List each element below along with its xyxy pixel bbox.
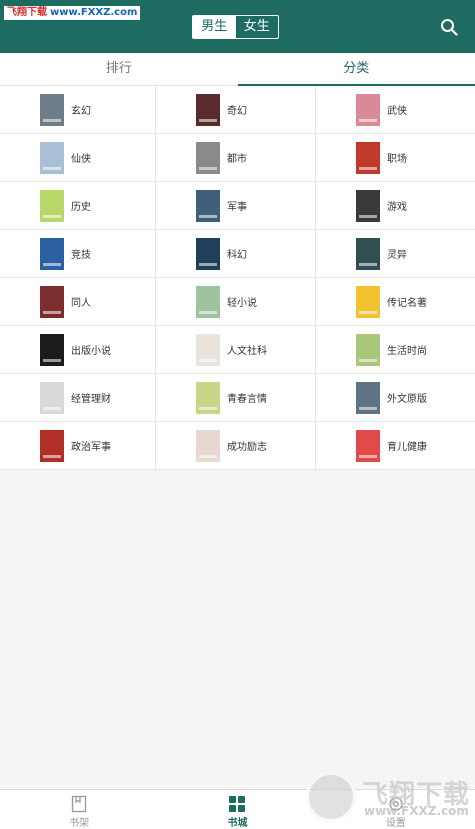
tab-ranking[interactable]: 排行 [0, 53, 238, 85]
book-cover-thumbnail [356, 381, 380, 414]
category-item[interactable]: 玄幻 [0, 86, 156, 134]
category-item[interactable]: 竞技 [0, 230, 156, 278]
content-tabs: 排行 分类 [0, 53, 475, 86]
nav-bookshelf[interactable]: 书架 [0, 790, 158, 829]
app-header: 飞翔下载 www.FXXZ.com 男生 女生 [0, 0, 475, 53]
category-label: 同人 [71, 298, 91, 309]
book-cover-thumbnail [196, 429, 220, 462]
gender-tab-male[interactable]: 男生 [193, 16, 236, 38]
category-item[interactable]: 游戏 [316, 182, 475, 230]
book-icon [72, 795, 87, 813]
category-label: 外文原版 [387, 394, 427, 405]
search-icon[interactable] [440, 18, 458, 36]
category-item[interactable]: 仙侠 [0, 134, 156, 182]
book-cover-thumbnail [356, 189, 380, 222]
gender-toggle: 男生 女生 [192, 15, 279, 39]
book-cover-thumbnail [40, 237, 64, 270]
category-item[interactable]: 出版小说 [0, 326, 156, 374]
book-cover-thumbnail [196, 237, 220, 270]
book-cover-thumbnail [196, 93, 220, 126]
watermark-bottom-url: www.FXXZ.com [364, 804, 469, 818]
grid-icon [229, 796, 246, 812]
category-grid: 玄幻 奇幻 武侠仙侠 都市 职场历史 军事 游戏竞技 科幻 灵异同人 轻小说 传记名著出版小说 人文社… [0, 86, 475, 470]
category-item[interactable]: 生活时尚 [316, 326, 475, 374]
category-label: 青春言情 [227, 394, 267, 405]
category-item[interactable]: 青春言情 [156, 374, 316, 422]
tab-category[interactable]: 分类 [237, 53, 475, 86]
category-item[interactable]: 军事 [156, 182, 316, 230]
book-cover-thumbnail [356, 285, 380, 318]
category-item[interactable]: 武侠 [316, 86, 475, 134]
book-cover-thumbnail [40, 141, 64, 174]
category-item[interactable]: 政治军事 [0, 422, 156, 470]
category-label: 奇幻 [227, 106, 247, 117]
category-item[interactable]: 育儿健康 [316, 422, 475, 470]
gender-tab-female[interactable]: 女生 [236, 16, 279, 38]
watermark-top: 飞翔下载 www.FXXZ.com [4, 6, 141, 20]
category-label: 生活时尚 [387, 346, 427, 357]
book-cover-thumbnail [40, 333, 64, 366]
category-item[interactable]: 奇幻 [156, 86, 316, 134]
category-item[interactable]: 传记名著 [316, 278, 475, 326]
category-item[interactable]: 职场 [316, 134, 475, 182]
category-item[interactable]: 外文原版 [316, 374, 475, 422]
category-item[interactable]: 同人 [0, 278, 156, 326]
book-cover-thumbnail [40, 429, 64, 462]
category-label: 灵异 [387, 250, 407, 261]
book-cover-thumbnail [356, 333, 380, 366]
category-label: 育儿健康 [387, 442, 427, 453]
book-cover-thumbnail [196, 333, 220, 366]
category-label: 轻小说 [227, 298, 257, 309]
category-label: 历史 [71, 202, 91, 213]
book-cover-thumbnail [196, 381, 220, 414]
category-label: 武侠 [387, 106, 407, 117]
watermark-bottom: 飞翔下载 www.FXXZ.com [306, 770, 470, 828]
book-cover-thumbnail [40, 285, 64, 318]
category-label: 人文社科 [227, 346, 267, 357]
book-cover-thumbnail [196, 285, 220, 318]
nav-bookshelf-label: 书架 [69, 818, 90, 829]
category-item[interactable]: 人文社科 [156, 326, 316, 374]
book-cover-thumbnail [356, 141, 380, 174]
category-item[interactable]: 成功励志 [156, 422, 316, 470]
book-cover-thumbnail [40, 189, 64, 222]
category-label: 仙侠 [71, 154, 91, 165]
category-label: 玄幻 [71, 106, 91, 117]
category-item[interactable]: 都市 [156, 134, 316, 182]
category-label: 军事 [227, 202, 247, 213]
nav-bookstore[interactable]: 书城 [158, 790, 316, 829]
category-item[interactable]: 经管理财 [0, 374, 156, 422]
category-label: 竞技 [71, 250, 91, 261]
book-cover-thumbnail [356, 237, 380, 270]
category-label: 游戏 [387, 202, 407, 213]
book-cover-thumbnail [356, 429, 380, 462]
category-item[interactable]: 轻小说 [156, 278, 316, 326]
book-cover-thumbnail [356, 93, 380, 126]
book-cover-thumbnail [40, 381, 64, 414]
category-item[interactable]: 灵异 [316, 230, 475, 278]
category-label: 传记名著 [387, 298, 427, 309]
book-cover-thumbnail [196, 189, 220, 222]
watermark-logo-icon [306, 772, 356, 822]
book-cover-thumbnail [40, 93, 64, 126]
category-label: 职场 [387, 154, 407, 165]
category-label: 政治军事 [71, 442, 111, 453]
book-cover-thumbnail [196, 141, 220, 174]
category-label: 经管理财 [71, 394, 111, 405]
category-item[interactable]: 科幻 [156, 230, 316, 278]
category-item[interactable]: 历史 [0, 182, 156, 230]
nav-bookstore-label: 书城 [227, 818, 248, 829]
category-label: 成功励志 [227, 442, 267, 453]
category-label: 都市 [227, 154, 247, 165]
category-label: 出版小说 [71, 346, 111, 357]
category-label: 科幻 [227, 250, 247, 261]
